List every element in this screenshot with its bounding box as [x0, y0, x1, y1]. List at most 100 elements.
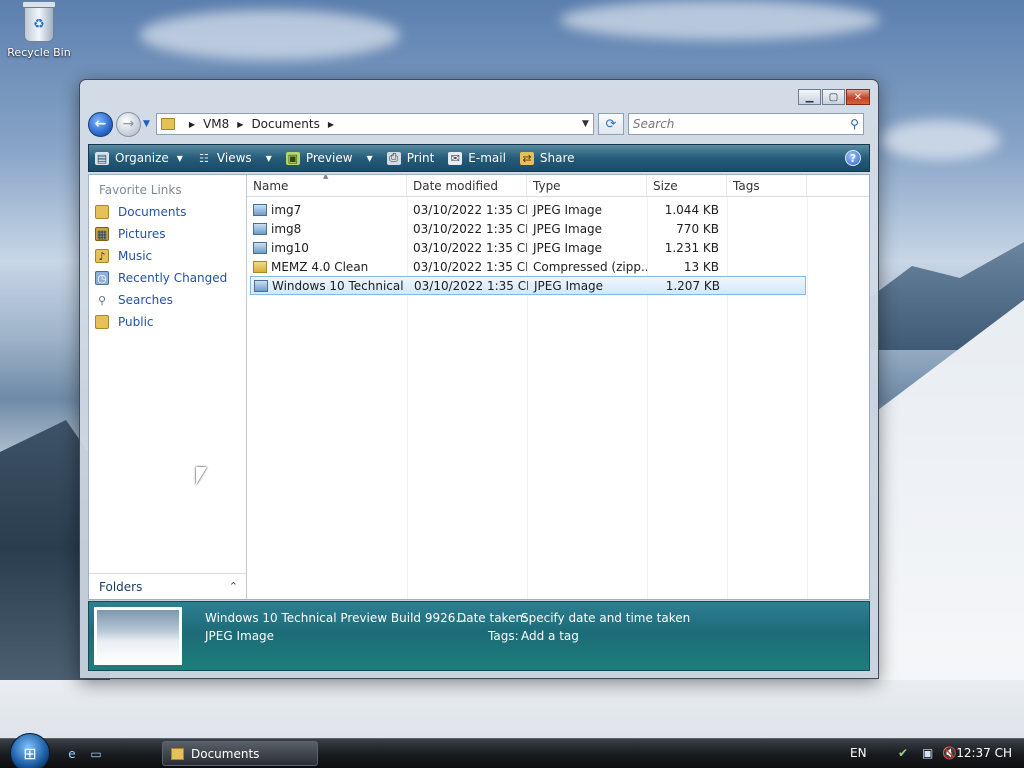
- file-date: 03/10/2022 1:35 CH: [413, 221, 527, 236]
- details-tags-value[interactable]: Add a tag: [521, 629, 579, 643]
- print-button[interactable]: ⎙ Print: [386, 151, 435, 165]
- start-button[interactable]: ⊞: [10, 733, 50, 768]
- main-content: Favorite Links Documents ▦ Pictures ♪ Mu…: [88, 174, 870, 600]
- organize-button[interactable]: ▤ Organize ▼: [95, 151, 183, 165]
- close-button[interactable]: ✕: [846, 89, 870, 105]
- details-date-value[interactable]: Specify date and time taken: [521, 611, 690, 625]
- refresh-button[interactable]: ⟳: [597, 113, 624, 135]
- sidebar-item-music[interactable]: ♪ Music: [89, 245, 246, 267]
- column-size[interactable]: Size: [647, 175, 727, 196]
- details-date-label: Date taken:: [457, 611, 528, 625]
- details-tags-label: Tags:: [488, 629, 519, 643]
- sidebar-item-pictures[interactable]: ▦ Pictures: [89, 223, 246, 245]
- column-tags-label: Tags: [733, 178, 760, 193]
- security-icon[interactable]: ✔: [898, 746, 908, 760]
- file-type: Compressed (zipp...: [533, 259, 647, 274]
- sidebar-item-label: Music: [118, 249, 153, 263]
- search-icon[interactable]: ⚲: [850, 117, 859, 131]
- chevron-right-icon[interactable]: ▶: [237, 120, 243, 129]
- share-button[interactable]: ⇄ Share: [519, 151, 575, 165]
- network-icon[interactable]: ▣: [922, 746, 933, 760]
- search-box[interactable]: ⚲: [627, 113, 864, 135]
- file-name: img7: [247, 203, 407, 217]
- back-arrow-icon: ←: [94, 116, 107, 132]
- recycle-bin-label: Recycle Bin: [7, 46, 71, 59]
- breadcrumb-vm8[interactable]: VM8: [203, 117, 229, 131]
- sidebar-item-label: Searches: [118, 293, 173, 307]
- views-icon: ☷: [198, 151, 209, 165]
- table-row[interactable]: MEMZ 4.0 Clean 03/10/2022 1:35 CH Compre…: [247, 257, 869, 276]
- clock[interactable]: 12:37 CH: [956, 746, 1012, 760]
- sort-ascending-icon: ▲: [323, 175, 329, 180]
- file-type: JPEG Image: [533, 240, 603, 255]
- print-label: Print: [406, 151, 435, 165]
- column-name[interactable]: Name ▲: [247, 175, 407, 196]
- address-bar[interactable]: ▶ VM8 ▶ Documents ▶ ▼: [155, 113, 594, 135]
- help-icon[interactable]: ?: [845, 150, 861, 166]
- forward-button[interactable]: →: [116, 111, 141, 137]
- table-row[interactable]: img8 03/10/2022 1:35 CH JPEG Image 770 K…: [247, 219, 869, 238]
- folder-icon: [171, 747, 184, 760]
- image-file-icon: [253, 241, 267, 254]
- details-file-name: Windows 10 Technical Preview Build 9926.…: [205, 611, 467, 625]
- preview-button[interactable]: ▣ Preview ▼: [285, 151, 373, 165]
- address-dropdown[interactable]: ▼: [582, 119, 589, 129]
- back-button[interactable]: ←: [88, 111, 113, 137]
- search-input[interactable]: [632, 117, 851, 131]
- sidebar-item-recently-changed[interactable]: ◷ Recently Changed: [89, 267, 246, 289]
- volume-muted-icon[interactable]: 🔇: [942, 746, 957, 760]
- sidebar-item-public[interactable]: Public: [89, 311, 246, 333]
- email-button[interactable]: ✉ E-mail: [448, 151, 506, 165]
- sidebar-item-documents[interactable]: Documents: [89, 201, 246, 223]
- chevron-down-icon: ▼: [366, 153, 373, 163]
- internet-explorer-icon[interactable]: e: [64, 746, 80, 762]
- table-row[interactable]: img7 03/10/2022 1:35 CH JPEG Image 1.044…: [247, 200, 869, 219]
- recent-pages-dropdown[interactable]: ▼: [143, 119, 150, 129]
- recent-icon: ◷: [95, 271, 109, 285]
- column-date-label: Date modified: [413, 178, 499, 193]
- preview-icon: ▣: [285, 151, 300, 165]
- taskbar: ⊞ e ▭ Documents EN ✔ ▣ 🔇 12:37 CH: [0, 733, 1024, 768]
- organize-icon: ▤: [95, 151, 109, 165]
- file-thumbnail: [94, 607, 182, 665]
- preview-label: Preview: [305, 151, 353, 165]
- file-size: 1.044 KB: [664, 202, 719, 217]
- column-tags[interactable]: Tags: [727, 175, 807, 196]
- taskbar-button-label: Documents: [191, 746, 260, 761]
- chevron-down-icon: ▼: [265, 153, 272, 163]
- taskbar-button-documents[interactable]: Documents: [162, 741, 318, 766]
- folder-icon: [95, 315, 109, 329]
- folders-toggle[interactable]: Folders ⌃: [89, 573, 246, 599]
- file-date: 03/10/2022 1:35 CH: [413, 259, 527, 274]
- printer-icon: ⎙: [386, 151, 401, 165]
- image-file-icon: [253, 203, 267, 216]
- language-indicator[interactable]: EN: [850, 746, 867, 760]
- file-date: 03/10/2022 1:35 CH: [414, 278, 528, 293]
- views-button[interactable]: ☷ Views ▼: [197, 151, 272, 165]
- folder-icon: [160, 118, 175, 130]
- refresh-icon: ⟳: [605, 116, 617, 132]
- sidebar-item-label: Public: [118, 315, 154, 329]
- column-size-label: Size: [653, 178, 678, 193]
- favorite-links-heading: Favorite Links: [99, 183, 182, 197]
- file-date: 03/10/2022 1:35 CH: [413, 202, 527, 217]
- column-date-modified[interactable]: Date modified: [407, 175, 527, 196]
- organize-label: Organize: [115, 151, 169, 165]
- column-type[interactable]: Type: [527, 175, 647, 196]
- maximize-button[interactable]: ▢: [822, 89, 845, 105]
- forward-arrow-icon: →: [122, 116, 135, 132]
- chevron-right-icon[interactable]: ▶: [189, 120, 195, 129]
- chevron-right-icon[interactable]: ▶: [328, 120, 334, 129]
- table-row[interactable]: img10 03/10/2022 1:35 CH JPEG Image 1.23…: [247, 238, 869, 257]
- sidebar-item-searches[interactable]: ⚲ Searches: [89, 289, 246, 311]
- views-label: Views: [216, 151, 252, 165]
- show-desktop-icon[interactable]: ▭: [88, 746, 104, 762]
- folder-icon: [95, 205, 109, 219]
- file-type: JPEG Image: [533, 221, 603, 236]
- file-name: img8: [247, 222, 407, 236]
- recycle-bin[interactable]: Recycle Bin: [6, 1, 72, 59]
- minimize-button[interactable]: ▁: [798, 89, 821, 105]
- breadcrumb-documents[interactable]: Documents: [251, 117, 319, 131]
- table-row-selected[interactable]: Windows 10 Technical ... 03/10/2022 1:35…: [250, 276, 806, 295]
- file-name: MEMZ 4.0 Clean: [247, 260, 407, 274]
